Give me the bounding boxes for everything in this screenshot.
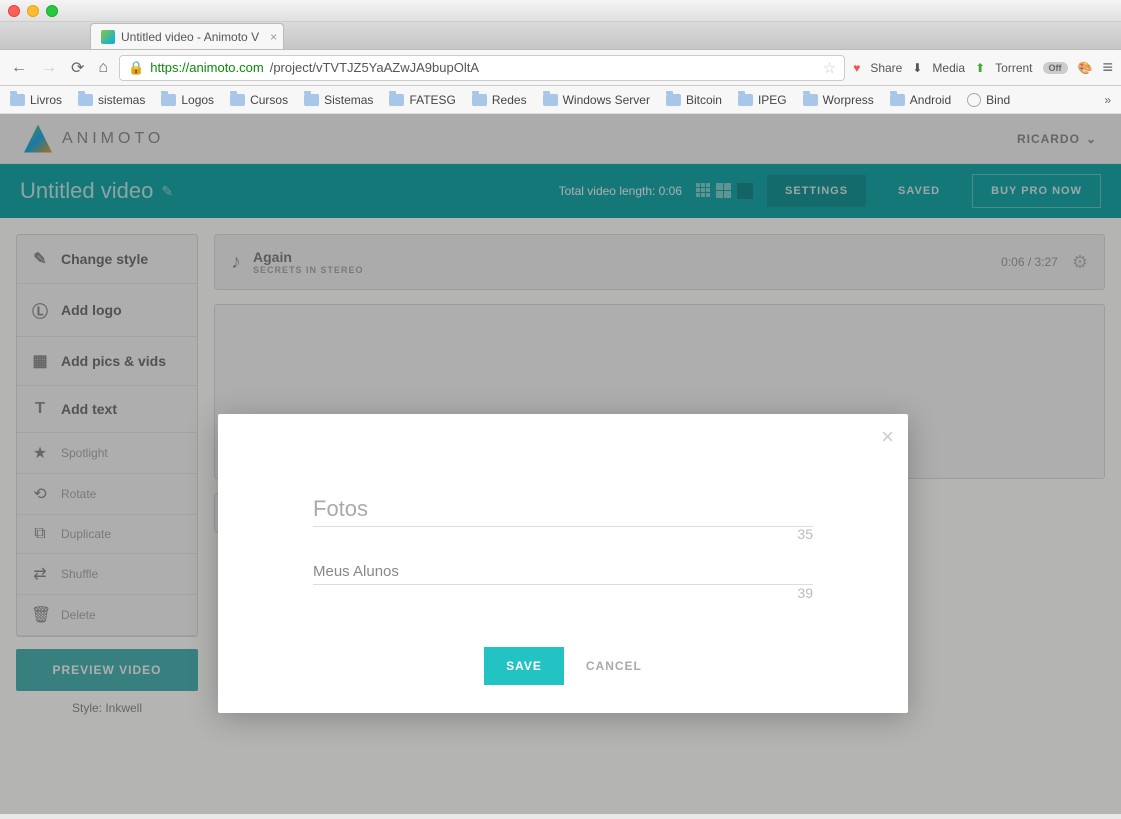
app-area: ANIMOTO RICARDO ⌄ Untitled video ✎ Total… [0,114,1121,814]
close-tab-icon[interactable]: × [270,30,277,44]
mac-titlebar [0,0,1121,22]
title-counter: 35 [797,526,813,542]
bookmark-folder[interactable]: sistemas [78,93,145,107]
extension-color-icon[interactable]: 🎨 [1078,61,1093,75]
bookmark-folder[interactable]: Worpress [803,93,874,107]
bookmark-folder[interactable]: Bitcoin [666,93,722,107]
bookmarks-bar: Livros sistemas Logos Cursos Sistemas FA… [0,86,1121,114]
back-icon[interactable]: ← [8,59,30,77]
media-label[interactable]: Media [932,61,965,75]
torrent-label[interactable]: Torrent [995,61,1032,75]
folder-icon [304,94,319,106]
off-pill[interactable]: Off [1043,62,1068,74]
home-icon[interactable]: ⌂ [95,59,111,77]
share-label[interactable]: Share [870,61,902,75]
bookmark-folder[interactable]: IPEG [738,93,787,107]
url-path: /project/vTVTJZ5YaAZwJA9bupOltA [270,60,479,75]
folder-icon [161,94,176,106]
folder-icon [472,94,487,106]
zoom-window-button[interactable] [46,5,58,17]
browser-toolbar: ← → ⟳ ⌂ 🔒 https://animoto.com/project/vT… [0,50,1121,86]
title-field-wrapper: 35 [313,492,813,527]
extension-area: ♥ Share ⬇ Media ⬆ Torrent Off 🎨 ≡ [853,57,1113,78]
folder-icon [230,94,245,106]
subtitle-counter: 39 [797,585,813,601]
bookmark-folder[interactable]: Logos [161,93,214,107]
minimize-window-button[interactable] [27,5,39,17]
close-modal-icon[interactable]: × [881,424,894,450]
cancel-button[interactable]: CANCEL [586,659,642,673]
forward-icon[interactable]: → [38,59,60,77]
folder-icon [666,94,681,106]
bookmark-folder[interactable]: Livros [10,93,62,107]
bookmarks-overflow-icon[interactable]: » [1104,93,1111,107]
folder-icon [543,94,558,106]
bookmark-star-icon[interactable]: ☆ [823,59,836,77]
globe-icon [967,93,981,107]
url-host: https://animoto.com [150,60,263,75]
folder-icon [389,94,404,106]
bookmark-folder[interactable]: Sistemas [304,93,373,107]
bookmark-folder[interactable]: Windows Server [543,93,650,107]
torrent-icon[interactable]: ⬆ [975,61,985,75]
bookmark-folder[interactable]: FATESG [389,93,455,107]
title-input[interactable] [313,492,813,527]
subtitle-input[interactable] [313,559,813,585]
bookmark-folder[interactable]: Redes [472,93,527,107]
favicon-icon [101,30,115,44]
reload-icon[interactable]: ⟳ [68,58,87,78]
menu-icon[interactable]: ≡ [1102,57,1113,78]
folder-icon [78,94,93,106]
browser-tab[interactable]: Untitled video - Animoto V × [90,23,284,49]
lock-icon: 🔒 [128,60,144,76]
subtitle-field-wrapper: 39 [313,559,813,585]
folder-icon [803,94,818,106]
bookmark-link[interactable]: Bind [967,93,1010,107]
text-edit-modal: × 35 39 SAVE CANCEL [218,414,908,713]
media-icon[interactable]: ⬇ [912,61,922,75]
folder-icon [890,94,905,106]
browser-tab-strip: Untitled video - Animoto V × [0,22,1121,50]
save-button[interactable]: SAVE [484,647,564,685]
bookmark-folder[interactable]: Android [890,93,951,107]
address-bar[interactable]: 🔒 https://animoto.com/project/vTVTJZ5YaA… [119,55,845,81]
folder-icon [10,94,25,106]
close-window-button[interactable] [8,5,20,17]
bookmark-folder[interactable]: Cursos [230,93,288,107]
tab-title: Untitled video - Animoto V [121,30,259,44]
folder-icon [738,94,753,106]
heart-icon[interactable]: ♥ [853,61,860,75]
